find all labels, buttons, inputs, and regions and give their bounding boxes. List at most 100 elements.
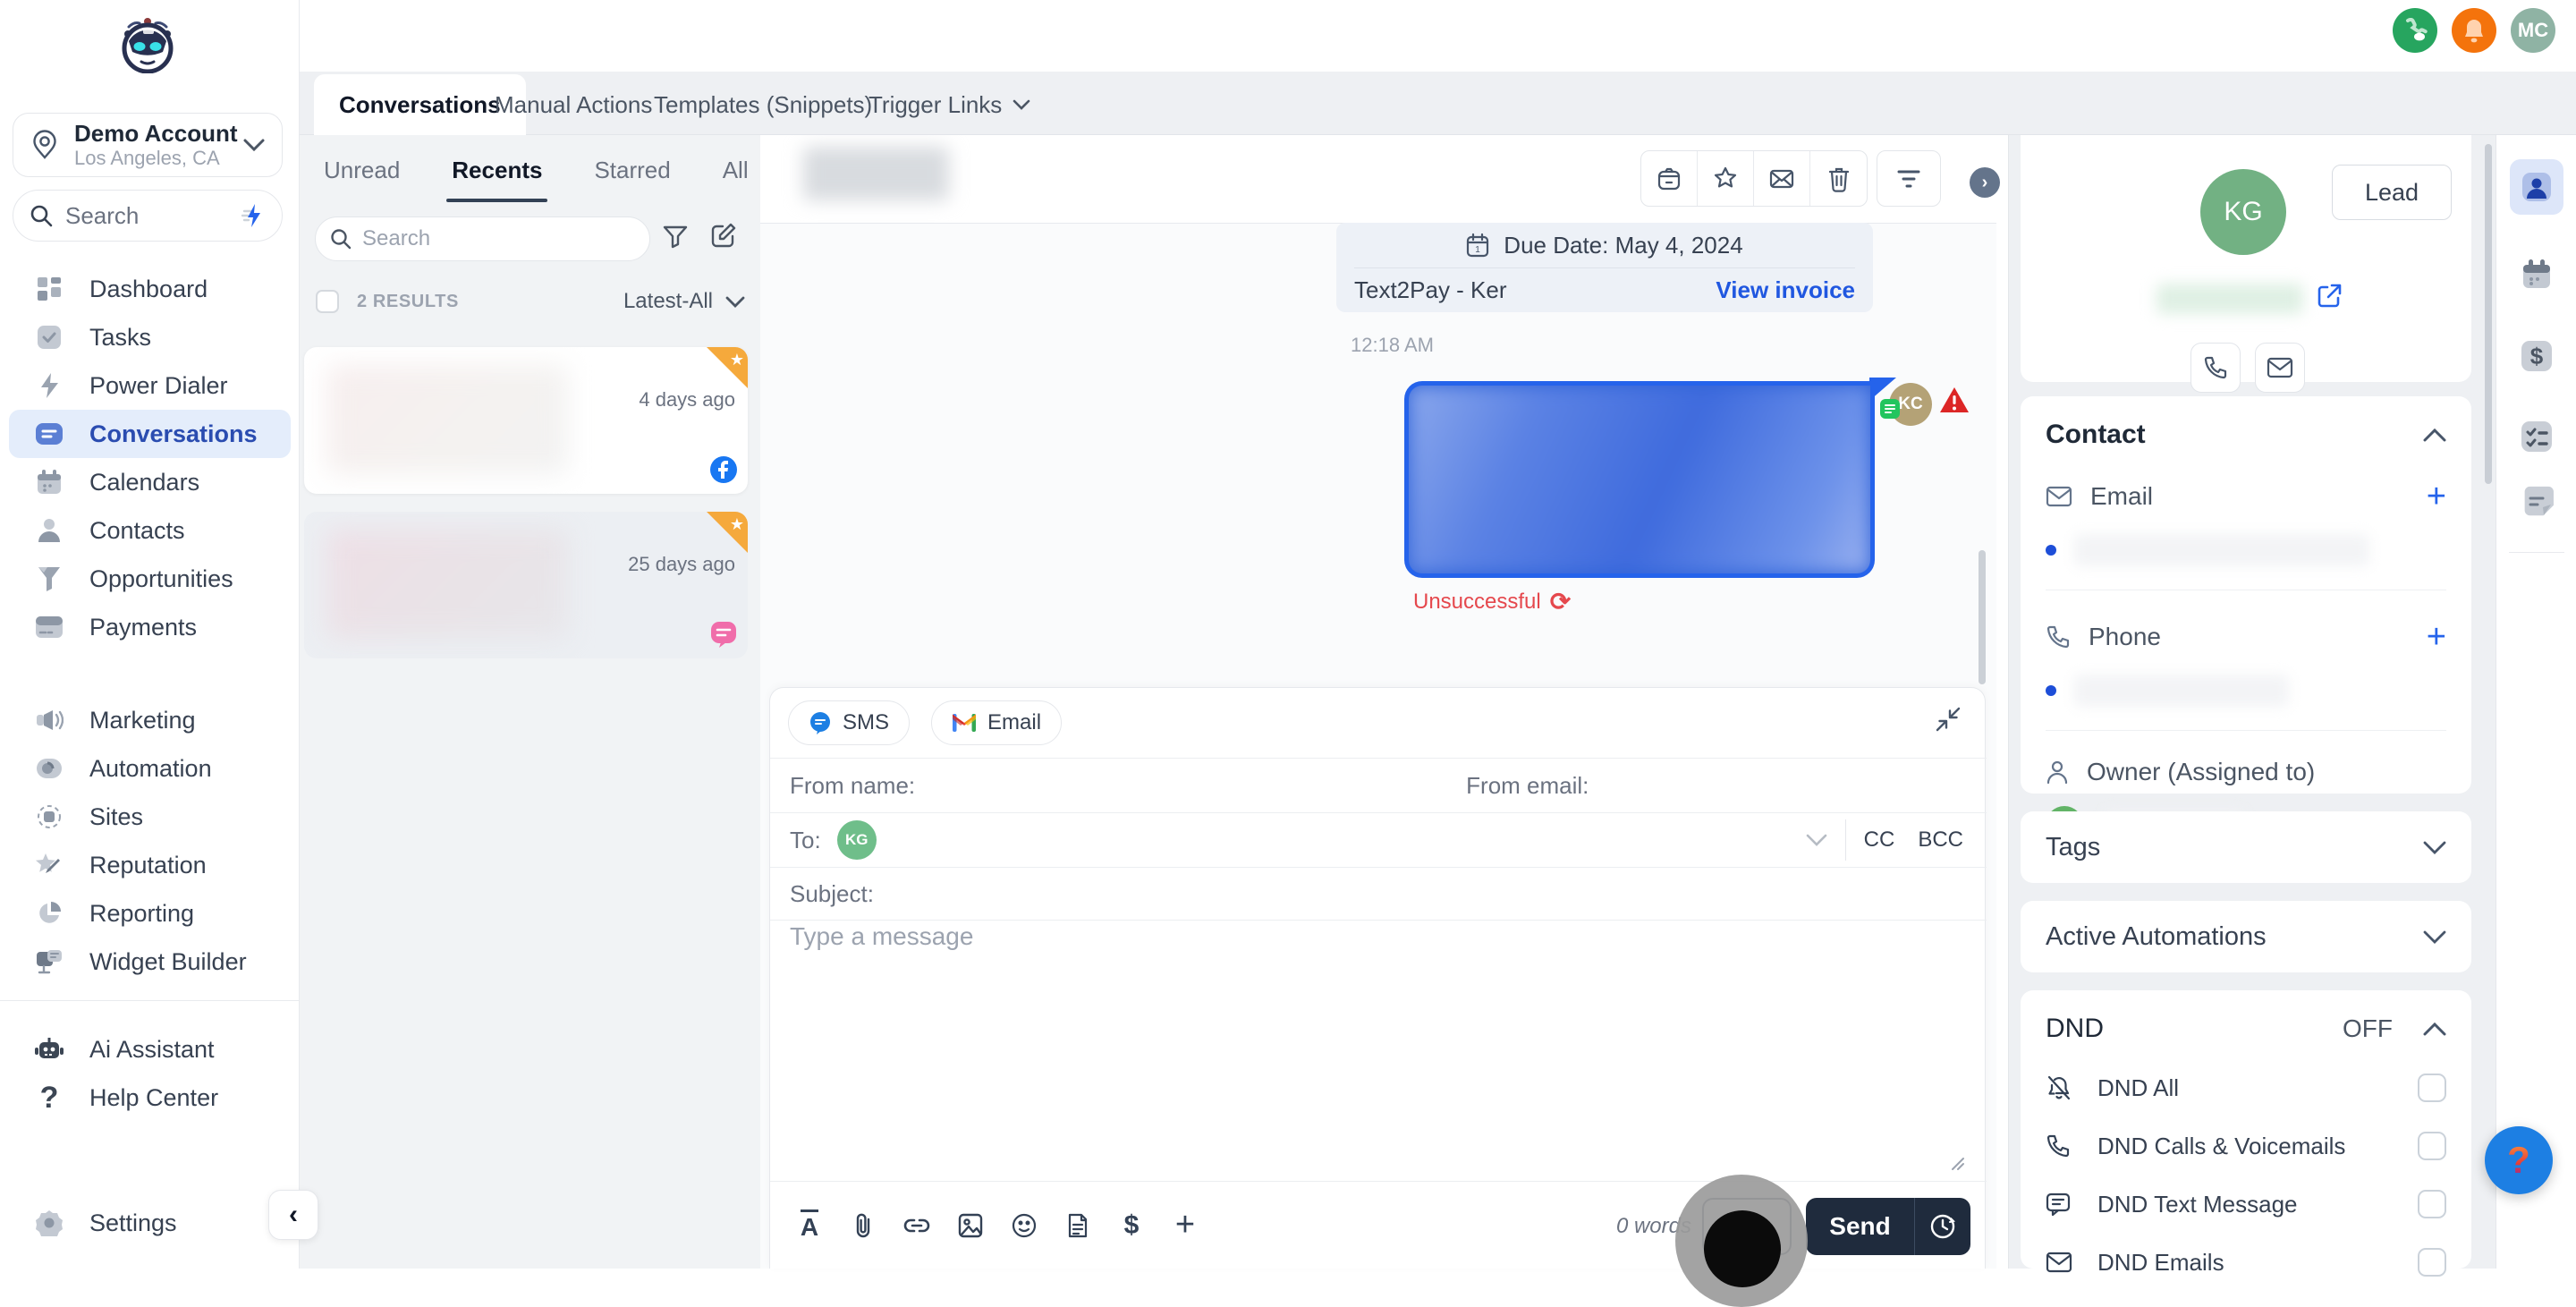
from-email-input[interactable] [1603,771,1944,800]
sidebar-item-contacts[interactable]: Contacts [9,506,291,555]
note-icon [2524,486,2554,516]
from-email-label: From email: [1466,771,1589,799]
add-phone-button[interactable]: + [2427,620,2446,654]
chat-bubble-icon [2046,1192,2078,1217]
collapse-compose-icon[interactable] [1935,706,1962,733]
sidebar-item-payments[interactable]: Payments [9,603,291,651]
compose-tab-email[interactable]: Email [931,700,1063,745]
strip-contact-tab[interactable] [2510,159,2563,215]
filter-all[interactable]: All [723,157,749,197]
sidebar-item-calendars[interactable]: Calendars [9,458,291,506]
template-button[interactable] [1055,1202,1101,1249]
call-contact-button[interactable] [2190,343,2241,393]
tags-card[interactable]: Tags [2021,811,2471,883]
sort-dropdown[interactable]: Latest-All [623,289,745,314]
dialer-button[interactable] [2393,8,2437,53]
mark-unread-button[interactable] [1754,151,1810,206]
resize-handle[interactable] [1947,1153,1965,1171]
conversation-list-item[interactable]: ★ 25 days ago [304,512,748,658]
dnd-all-checkbox[interactable] [2418,1074,2446,1102]
open-contact-icon[interactable] [2316,283,2343,310]
send-button[interactable]: Send [1806,1212,1914,1241]
recipient-avatar[interactable]: KG [836,820,877,860]
dnd-calls-checkbox[interactable] [2418,1132,2446,1160]
link-button[interactable] [894,1202,940,1249]
thread-scrollbar[interactable] [1979,550,1986,684]
cc-button[interactable]: CC [1864,827,1895,853]
filter-funnel-icon[interactable] [662,223,689,250]
schedule-send-button[interactable] [1915,1212,1970,1241]
quick-actions-bolt-icon[interactable] [239,202,266,229]
next-conversation-button[interactable]: › [1970,167,2000,198]
collapse-chevron-up-icon[interactable] [2423,1022,2446,1036]
strip-appointments-tab[interactable] [2510,247,2563,302]
message-body-input[interactable] [790,922,1863,1182]
filter-starred[interactable]: Starred [594,157,670,197]
more-tools-button[interactable]: + [1162,1202,1208,1249]
strip-tasks-tab[interactable] [2510,409,2563,464]
bcc-button[interactable]: BCC [1918,827,1963,853]
active-automations-card[interactable]: Active Automations [2021,901,2471,972]
sort-lines-icon [1897,170,1920,187]
request-payment-button[interactable]: $ [1108,1202,1155,1249]
image-button[interactable] [947,1202,994,1249]
sidebar-item-settings[interactable]: Settings [9,1199,291,1247]
sidebar-item-automation[interactable]: Automation [9,744,291,793]
compose-tab-sms[interactable]: SMS [788,700,911,745]
view-invoice-link[interactable]: View invoice [1716,276,1855,304]
account-switcher[interactable]: Demo Account Los Angeles, CA [13,113,283,177]
sidebar-item-reporting[interactable]: Reporting [9,889,291,938]
panel-scrollbar[interactable] [2485,144,2492,484]
star-outline-icon [1714,166,1737,187]
sidebar-item-opportunities[interactable]: Opportunities [9,555,291,603]
user-avatar[interactable]: MC [2511,8,2555,53]
sidebar-item-marketing[interactable]: Marketing [9,696,291,744]
dnd-text-checkbox[interactable] [2418,1190,2446,1218]
sidebar-collapse-button[interactable]: ‹ [268,1190,318,1240]
conversation-list-item[interactable]: ★ 4 days ago [304,347,748,494]
conversation-search-input[interactable] [362,226,595,251]
sidebar-item-tasks[interactable]: Tasks [9,313,291,361]
email-value-row[interactable] [2046,534,2446,566]
attachment-button[interactable] [840,1202,886,1249]
phone-value-row[interactable] [2046,675,2446,707]
message-status[interactable]: Unsuccessful ⟳ [1413,587,1571,616]
notifications-button[interactable] [2452,8,2496,53]
compose-new-icon[interactable] [709,221,738,250]
tab-trigger-links[interactable]: Trigger Links [843,74,1055,135]
filter-recents[interactable]: Recents [446,157,548,202]
sidebar-item-reputation[interactable]: Reputation [9,841,291,889]
sidebar-item-help-center[interactable]: ? Help Center [9,1074,291,1122]
account-info: Demo Account Los Angeles, CA [74,120,238,170]
strip-notes-tab[interactable] [2510,475,2563,530]
sidebar-item-widget-builder[interactable]: Widget Builder [9,938,291,986]
lead-stage-button[interactable]: Lead [2332,165,2452,220]
help-button[interactable]: ? [2485,1126,2553,1194]
chevron-down-icon[interactable] [1806,834,1827,846]
outgoing-message-bubble[interactable] [1404,381,1875,578]
sidebar-item-ai-assistant[interactable]: Ai Assistant [9,1025,291,1074]
dnd-emails-checkbox[interactable] [2418,1248,2446,1277]
chevron-down-icon[interactable] [2423,930,2446,944]
sidebar-item-conversations[interactable]: Conversations [9,410,291,458]
sidebar-item-power-dialer[interactable]: Power Dialer [9,361,291,410]
sidebar-item-dashboard[interactable]: Dashboard [9,265,291,313]
delete-button[interactable] [1810,151,1867,206]
chevron-down-icon[interactable] [2423,841,2446,854]
sidebar-item-sites[interactable]: Sites [9,793,291,841]
email-contact-button[interactable] [2255,343,2305,393]
global-search-input[interactable] [65,201,217,230]
star-button[interactable] [1698,151,1754,206]
delivery-error-icon[interactable] [1939,386,1970,413]
archive-button[interactable] [1641,151,1698,206]
collapse-chevron-up-icon[interactable] [2423,428,2446,442]
thread-filter-button[interactable] [1877,150,1941,207]
strip-payments-tab[interactable]: $ [2510,328,2563,384]
subject-input[interactable] [887,879,1693,908]
add-email-button[interactable]: + [2427,480,2446,513]
filter-unread[interactable]: Unread [324,157,400,197]
emoji-button[interactable] [1001,1202,1047,1249]
text-format-button[interactable]: A [786,1202,833,1249]
select-all-checkbox[interactable] [316,290,339,313]
from-name-input[interactable] [929,771,1360,800]
